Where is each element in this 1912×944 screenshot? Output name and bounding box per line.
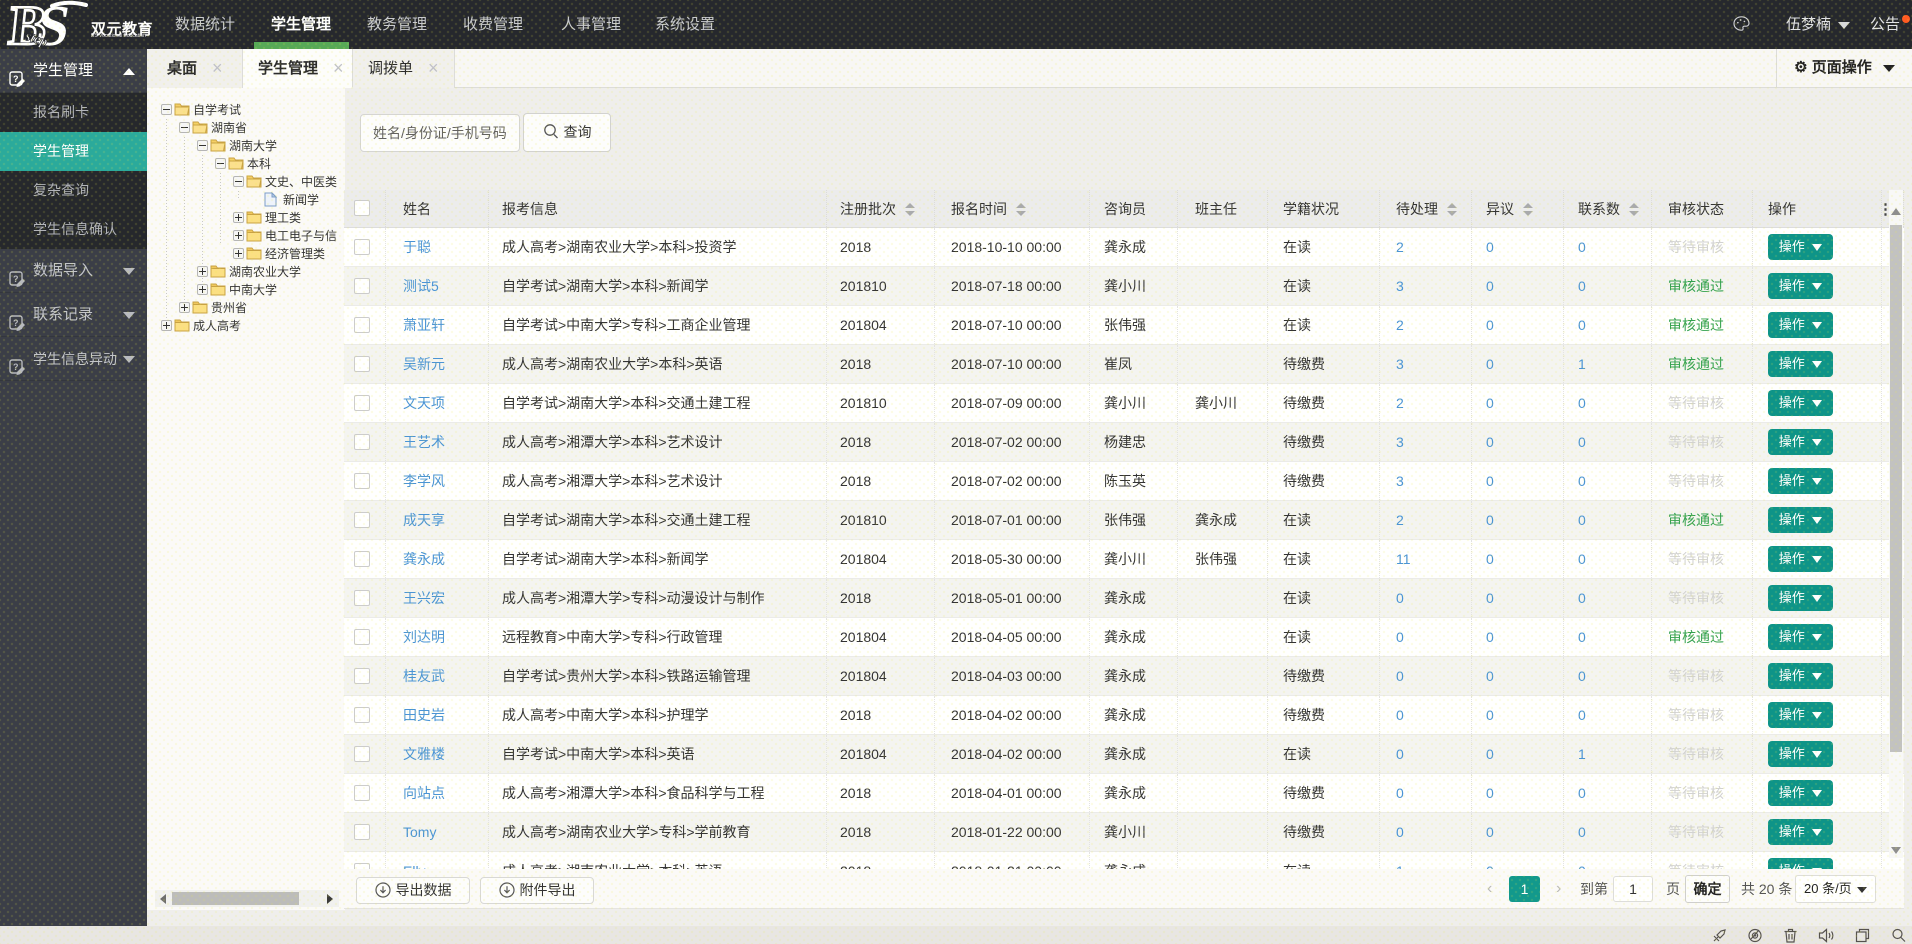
svg-text:?: ?: [13, 318, 19, 328]
svg-text:?: ?: [13, 274, 19, 284]
svg-text:?: ?: [13, 74, 19, 84]
svg-text:?: ?: [13, 362, 19, 372]
